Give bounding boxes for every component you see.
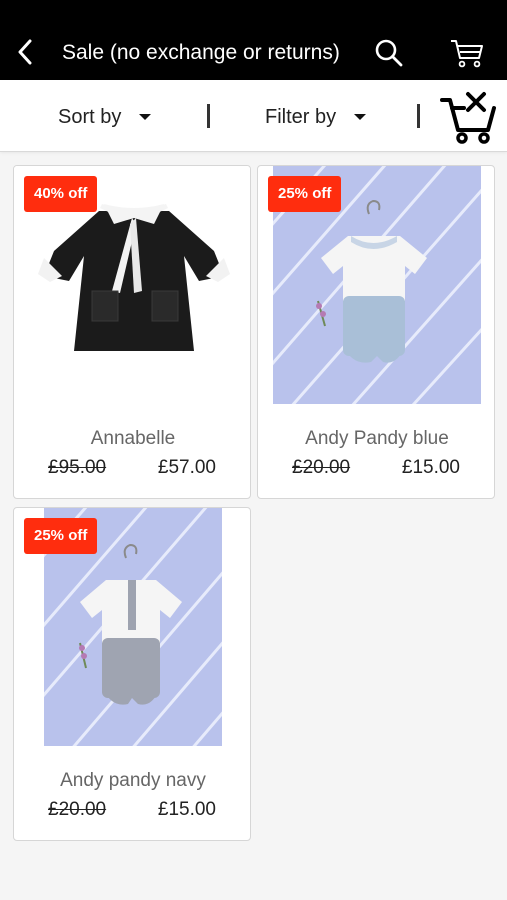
filter-by-dropdown[interactable]: Filter by [265, 102, 367, 132]
header-bar: Sale (no exchange or returns) [0, 0, 507, 80]
search-button[interactable] [372, 36, 406, 70]
product-card[interactable]: 25% off Andy Pandy blue £20.00 £15.00 [257, 165, 495, 499]
divider [207, 104, 210, 128]
sort-by-label: Sort by [58, 105, 122, 128]
search-icon [375, 39, 403, 67]
sort-by-dropdown[interactable]: Sort by [58, 102, 152, 132]
page-title: Sale (no exchange or returns) [62, 41, 340, 64]
sale-price: £57.00 [157, 457, 216, 478]
clear-cart-button[interactable] [438, 88, 500, 144]
caret-down-icon [354, 114, 367, 120]
filter-by-label: Filter by [265, 105, 337, 128]
divider [417, 104, 420, 128]
back-button[interactable] [12, 36, 38, 68]
chevron-left-icon [18, 39, 32, 65]
original-price: £95.00 [48, 457, 107, 478]
product-name: Andy Pandy blue [305, 428, 449, 449]
product-card[interactable]: 25% off Andy pandy navy £20.00 £15.00 [13, 507, 251, 841]
product-card[interactable]: 40% off Annabelle £95.00 £57.00 [13, 165, 251, 499]
product-name: Andy pandy navy [60, 770, 206, 791]
discount-badge: 25% off [268, 176, 342, 212]
cart-icon [451, 40, 483, 68]
cart-remove-icon [440, 92, 496, 144]
product-name: Annabelle [90, 428, 176, 449]
original-price: £20.00 [292, 457, 351, 478]
discount-badge: 40% off [24, 176, 98, 212]
caret-down-icon [139, 114, 152, 120]
sale-price: £15.00 [401, 457, 460, 478]
cart-button[interactable] [448, 36, 486, 70]
original-price: £20.00 [48, 799, 107, 820]
sale-price: £15.00 [157, 799, 216, 820]
discount-badge: 25% off [24, 518, 98, 554]
sort-filter-bar: Sort by Filter by [0, 80, 507, 152]
